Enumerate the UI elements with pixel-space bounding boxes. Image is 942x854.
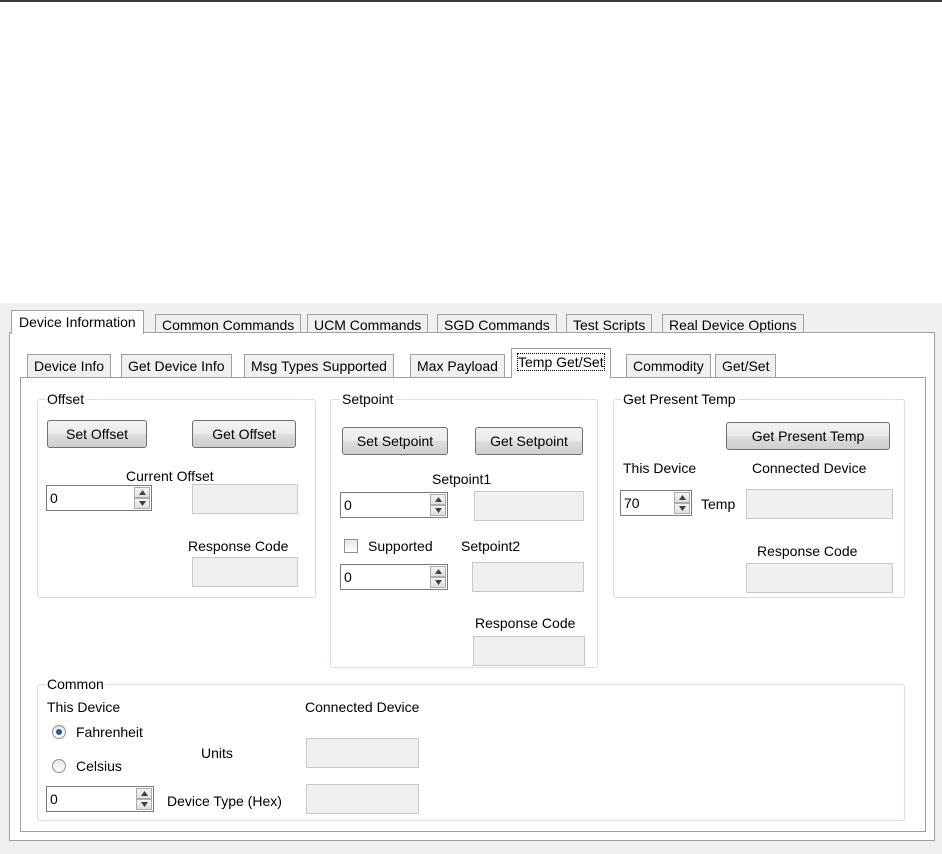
- connected-device-type-field: [306, 784, 419, 814]
- current-offset-label: Current Offset: [126, 468, 214, 484]
- connected-units-field: [306, 738, 419, 768]
- setpoint-group-title: Setpoint: [340, 391, 396, 407]
- spin-down-icon[interactable]: [134, 498, 150, 509]
- setpoint2-value: 0: [344, 569, 352, 585]
- setpoint1-value: 0: [344, 497, 352, 513]
- tab-msg-types-supported[interactable]: Msg Types Supported: [244, 354, 394, 377]
- tab-label: Max Payload: [417, 358, 498, 374]
- present-temp-response-code-label: Response Code: [757, 543, 858, 559]
- celsius-radio[interactable]: [52, 759, 66, 773]
- get-offset-button[interactable]: Get Offset: [192, 420, 296, 448]
- offset-group-title: Offset: [45, 391, 87, 407]
- spin-up-icon[interactable]: [134, 487, 150, 498]
- tab-label: Device Info: [34, 358, 105, 374]
- tab-label: Common Commands: [162, 317, 295, 333]
- offset-stepper[interactable]: 0: [46, 485, 152, 511]
- present-temp-group-title: Get Present Temp: [621, 391, 738, 407]
- tab-common-commands[interactable]: Common Commands: [155, 314, 302, 333]
- device-type-value: 0: [50, 791, 58, 807]
- offset-value: 0: [50, 490, 58, 506]
- tab-max-payload[interactable]: Max Payload: [410, 354, 505, 377]
- setpoint2-field: [472, 562, 584, 592]
- tab-temp-get-set[interactable]: Temp Get/Set: [511, 348, 611, 378]
- tab-ucm-commands[interactable]: UCM Commands: [307, 314, 429, 333]
- present-temp-stepper[interactable]: 70: [620, 490, 692, 516]
- present-temp-connected-label: Connected Device: [752, 460, 867, 476]
- tab-test-scripts[interactable]: Test Scripts: [566, 314, 653, 333]
- common-group-title: Common: [45, 676, 106, 692]
- set-offset-button[interactable]: Set Offset: [47, 420, 147, 448]
- units-label: Units: [201, 745, 233, 761]
- present-temp-this-device-label: This Device: [623, 460, 697, 476]
- connected-temp-field: [746, 489, 893, 519]
- device-type-stepper[interactable]: 0: [46, 786, 154, 812]
- offset-response-code-field: [192, 557, 298, 587]
- tab-label: Get Device Info: [128, 358, 225, 374]
- tab-label: Real Device Options: [669, 317, 797, 333]
- spin-up-icon[interactable]: [674, 492, 690, 503]
- offset-response-code-label: Response Code: [188, 538, 289, 554]
- setpoint2-label: Setpoint2: [461, 538, 521, 554]
- spin-down-icon[interactable]: [430, 505, 446, 516]
- fahrenheit-label: Fahrenheit: [76, 724, 143, 740]
- tab-label: UCM Commands: [314, 317, 422, 333]
- supported-checkbox[interactable]: [344, 539, 358, 553]
- setpoint1-field: [474, 491, 584, 521]
- temp-label: Temp: [701, 496, 736, 512]
- tab-label: Msg Types Supported: [251, 358, 387, 374]
- celsius-label: Celsius: [76, 758, 122, 774]
- common-connected-label: Connected Device: [305, 699, 420, 715]
- setpoint1-label: Setpoint1: [432, 471, 492, 487]
- supported-label: Supported: [368, 538, 433, 554]
- tab-label: Commodity: [633, 358, 704, 374]
- current-offset-field: [192, 484, 298, 514]
- fahrenheit-radio[interactable]: [52, 725, 66, 739]
- set-setpoint-button[interactable]: Set Setpoint: [342, 427, 448, 455]
- spin-up-icon[interactable]: [136, 788, 152, 799]
- spin-down-icon[interactable]: [430, 577, 446, 588]
- spin-up-icon[interactable]: [430, 566, 446, 577]
- radio-selected-dot: [56, 729, 62, 735]
- tab-sgd-commands[interactable]: SGD Commands: [437, 314, 557, 333]
- tab-commodity[interactable]: Commodity: [626, 354, 711, 377]
- setpoint1-stepper[interactable]: 0: [340, 492, 448, 518]
- common-this-device-label: This Device: [47, 699, 121, 715]
- top-border-line: [0, 0, 942, 2]
- tab-label: Get/Set: [722, 358, 770, 374]
- tab-label: SGD Commands: [444, 317, 550, 333]
- spin-down-icon[interactable]: [136, 799, 152, 810]
- tab-real-device-options[interactable]: Real Device Options: [662, 314, 804, 333]
- present-temp-value: 70: [624, 495, 640, 511]
- spin-up-icon[interactable]: [430, 494, 446, 505]
- tab-label: Device Information: [19, 314, 136, 330]
- get-setpoint-button[interactable]: Get Setpoint: [475, 427, 583, 455]
- get-present-temp-button[interactable]: Get Present Temp: [726, 422, 890, 450]
- tab-device-information[interactable]: Device Information: [11, 310, 144, 334]
- tab-get-device-info[interactable]: Get Device Info: [121, 354, 232, 377]
- spin-down-icon[interactable]: [674, 503, 690, 514]
- tab-device-info[interactable]: Device Info: [27, 354, 112, 377]
- device-type-label: Device Type (Hex): [167, 793, 282, 809]
- tab-label: Test Scripts: [573, 317, 646, 333]
- setpoint-response-code-field: [473, 636, 585, 666]
- setpoint-response-code-label: Response Code: [475, 615, 576, 631]
- present-temp-response-code-field: [746, 563, 893, 593]
- tab-get-set[interactable]: Get/Set: [715, 354, 777, 377]
- setpoint2-stepper[interactable]: 0: [340, 564, 448, 590]
- tab-label: Temp Get/Set: [517, 353, 605, 371]
